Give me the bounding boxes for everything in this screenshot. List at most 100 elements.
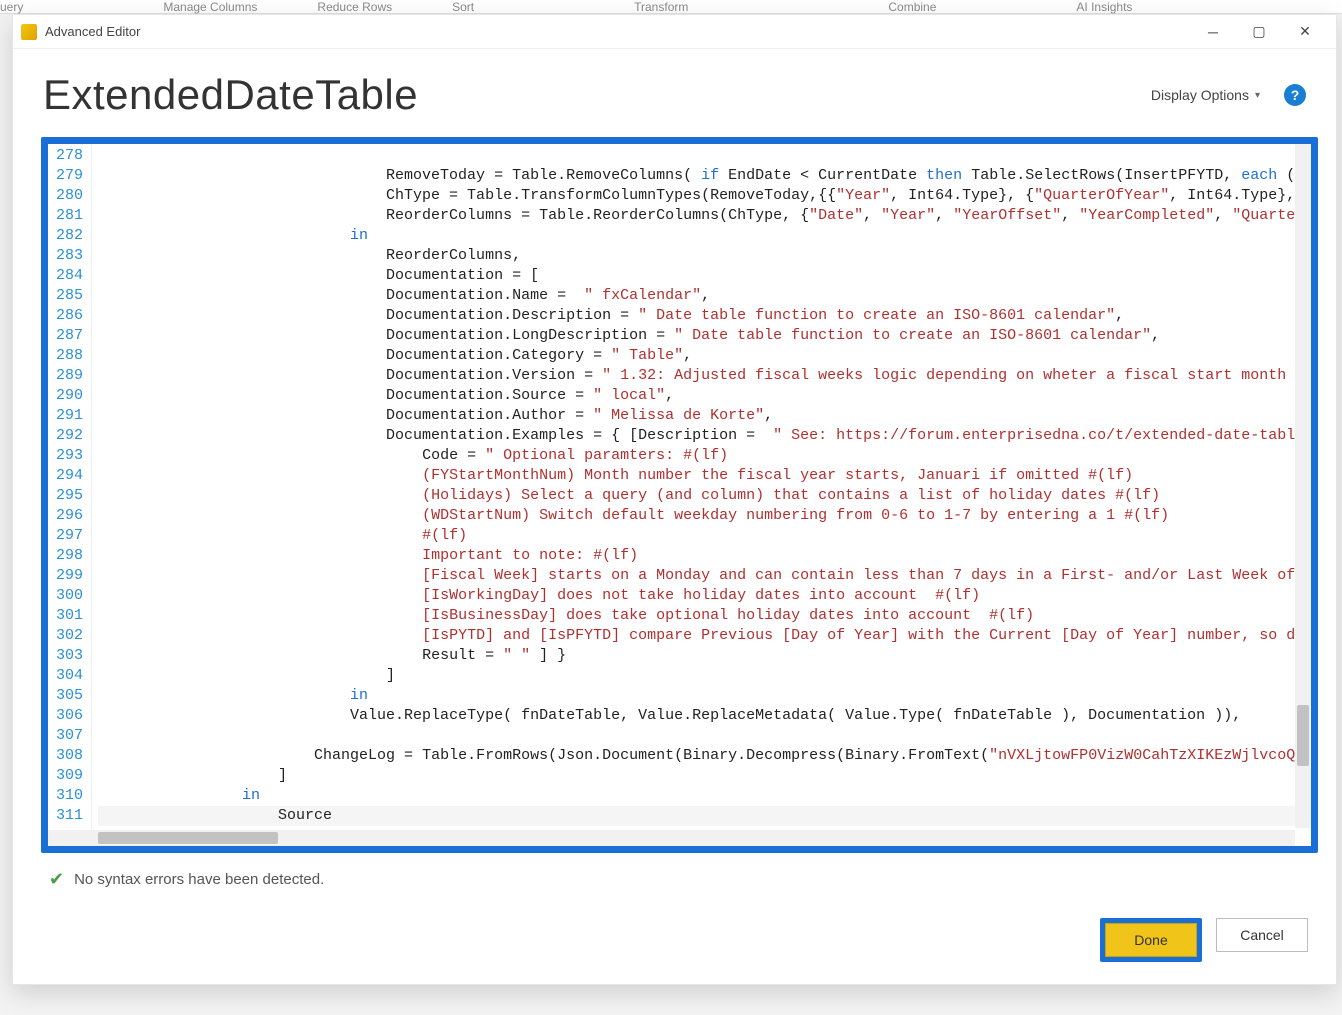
ribbon-item[interactable]: uery [0, 0, 23, 14]
code-line[interactable]: [IsWorkingDay] does not take holiday dat… [98, 586, 1305, 606]
line-number: 280 [52, 186, 83, 206]
line-number: 288 [52, 346, 83, 366]
display-options-label: Display Options [1151, 87, 1249, 103]
line-number: 291 [52, 406, 83, 426]
line-number: 299 [52, 566, 83, 586]
minimize-button[interactable]: ─ [1190, 17, 1236, 47]
code-line[interactable]: Documentation.Category = " Table", [98, 346, 1305, 366]
ribbon-item[interactable]: Transform [634, 0, 688, 14]
line-number: 282 [52, 226, 83, 246]
ribbon-item[interactable]: Manage Columns [163, 0, 257, 14]
horizontal-scrollbar[interactable] [48, 830, 1295, 846]
help-icon[interactable]: ? [1284, 84, 1306, 106]
titlebar: Advanced Editor ─ ▢ ✕ [13, 15, 1336, 49]
line-number: 311 [52, 806, 83, 826]
line-number: 284 [52, 266, 83, 286]
code-line[interactable]: (WDStartNum) Switch default weekday numb… [98, 506, 1305, 526]
status-message: No syntax errors have been detected. [74, 871, 324, 888]
code-line[interactable]: ChangeLog = Table.FromRows(Json.Document… [98, 746, 1305, 766]
code-editor[interactable]: 2782792802812822832842852862872882892902… [48, 144, 1311, 846]
code-editor-frame: 2782792802812822832842852862872882892902… [41, 137, 1318, 853]
code-content[interactable]: RemoveToday = Table.RemoveColumns( if En… [92, 144, 1311, 846]
line-number: 281 [52, 206, 83, 226]
code-line[interactable]: in [98, 786, 1305, 806]
code-line[interactable]: Source [98, 806, 1305, 826]
line-number: 310 [52, 786, 83, 806]
line-number: 307 [52, 726, 83, 746]
line-number-gutter: 2782792802812822832842852862872882892902… [48, 144, 92, 846]
powerbi-logo-icon [21, 24, 37, 40]
line-number: 279 [52, 166, 83, 186]
code-line[interactable]: [Fiscal Week] starts on a Monday and can… [98, 566, 1305, 586]
code-line[interactable]: (Holidays) Select a query (and column) t… [98, 486, 1305, 506]
done-button[interactable]: Done [1105, 923, 1197, 957]
code-line[interactable]: Documentation.Author = " Melissa de Kort… [98, 406, 1305, 426]
code-line[interactable]: in [98, 226, 1305, 246]
code-line[interactable]: [IsPYTD] and [IsPFYTD] compare Previous … [98, 626, 1305, 646]
maximize-button[interactable]: ▢ [1236, 17, 1282, 47]
line-number: 294 [52, 466, 83, 486]
code-line[interactable]: RemoveToday = Table.RemoveColumns( if En… [98, 166, 1305, 186]
line-number: 303 [52, 646, 83, 666]
line-number: 305 [52, 686, 83, 706]
window-title: Advanced Editor [45, 24, 140, 39]
code-line[interactable] [98, 726, 1305, 746]
code-line[interactable]: #(lf) [98, 526, 1305, 546]
advanced-editor-window: Advanced Editor ─ ▢ ✕ ExtendedDateTable … [12, 14, 1337, 985]
line-number: 293 [52, 446, 83, 466]
line-number: 302 [52, 626, 83, 646]
ribbon-item[interactable]: Sort [452, 0, 474, 14]
line-number: 285 [52, 286, 83, 306]
display-options-dropdown[interactable]: Display Options ▾ [1145, 83, 1266, 107]
code-line[interactable]: Result = " " ] } [98, 646, 1305, 666]
code-line[interactable]: Important to note: #(lf) [98, 546, 1305, 566]
code-line[interactable]: Documentation.Source = " local", [98, 386, 1305, 406]
ribbon-item[interactable]: AI Insights [1076, 0, 1132, 14]
line-number: 278 [52, 146, 83, 166]
line-number: 296 [52, 506, 83, 526]
code-line[interactable]: Documentation.Examples = { [Description … [98, 426, 1305, 446]
ribbon-item[interactable]: Combine [888, 0, 936, 14]
line-number: 295 [52, 486, 83, 506]
line-number: 298 [52, 546, 83, 566]
code-line[interactable] [98, 146, 1305, 166]
code-line[interactable]: ChType = Table.TransformColumnTypes(Remo… [98, 186, 1305, 206]
line-number: 300 [52, 586, 83, 606]
line-number: 304 [52, 666, 83, 686]
close-button[interactable]: ✕ [1282, 17, 1328, 47]
vertical-scrollbar[interactable] [1295, 144, 1311, 828]
line-number: 286 [52, 306, 83, 326]
chevron-down-icon: ▾ [1255, 90, 1260, 101]
line-number: 283 [52, 246, 83, 266]
code-line[interactable]: ] [98, 766, 1305, 786]
code-line[interactable]: Documentation.Name = " fxCalendar", [98, 286, 1305, 306]
line-number: 309 [52, 766, 83, 786]
line-number: 308 [52, 746, 83, 766]
cancel-button[interactable]: Cancel [1216, 918, 1308, 952]
header: ExtendedDateTable Display Options ▾ ? [13, 49, 1336, 129]
code-line[interactable]: Documentation.LongDescription = " Date t… [98, 326, 1305, 346]
code-line[interactable]: Code = " Optional paramters: #(lf) [98, 446, 1305, 466]
code-line[interactable]: Documentation.Version = " 1.32: Adjusted… [98, 366, 1305, 386]
check-icon: ✔ [49, 869, 64, 890]
status-bar: ✔ No syntax errors have been detected. [13, 863, 1336, 890]
code-line[interactable]: Documentation = [ [98, 266, 1305, 286]
code-line[interactable]: Documentation.Description = " Date table… [98, 306, 1305, 326]
line-number: 287 [52, 326, 83, 346]
vertical-scroll-thumb[interactable] [1297, 705, 1309, 767]
line-number: 292 [52, 426, 83, 446]
line-number: 297 [52, 526, 83, 546]
code-line[interactable]: [IsBusinessDay] does take optional holid… [98, 606, 1305, 626]
line-number: 301 [52, 606, 83, 626]
line-number: 289 [52, 366, 83, 386]
code-line[interactable]: (FYStartMonthNum) Month number the fisca… [98, 466, 1305, 486]
code-line[interactable]: Value.ReplaceType( fnDateTable, Value.Re… [98, 706, 1305, 726]
line-number: 306 [52, 706, 83, 726]
code-line[interactable]: in [98, 686, 1305, 706]
code-line[interactable]: ReorderColumns = Table.ReorderColumns(Ch… [98, 206, 1305, 226]
ribbon-item[interactable]: Reduce Rows [317, 0, 392, 14]
horizontal-scroll-thumb[interactable] [98, 832, 278, 844]
footer-buttons: Done Cancel [13, 890, 1336, 984]
code-line[interactable]: ] [98, 666, 1305, 686]
code-line[interactable]: ReorderColumns, [98, 246, 1305, 266]
